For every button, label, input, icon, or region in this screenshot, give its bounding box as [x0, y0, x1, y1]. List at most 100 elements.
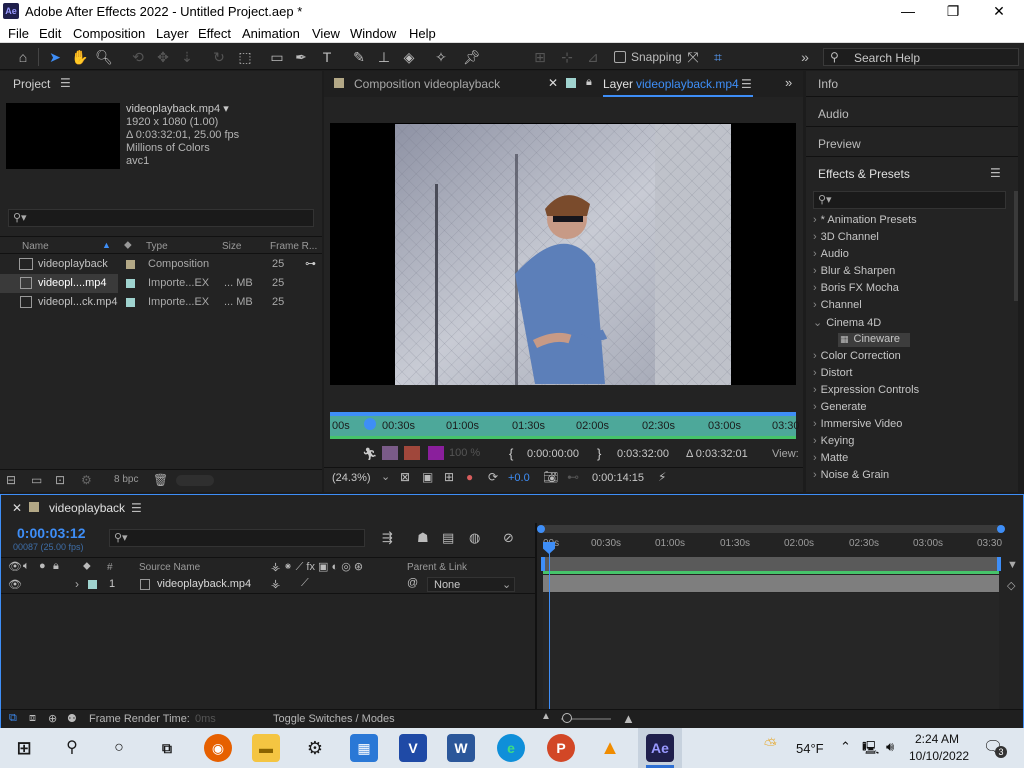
column-source-name[interactable]: Source Name	[139, 562, 200, 573]
effect-category-item[interactable]: › Color Correction	[813, 350, 901, 362]
fit-icon[interactable]: ⊠	[400, 470, 410, 484]
eraser-tool-icon[interactable]: ◈	[399, 47, 419, 67]
powerpoint-icon[interactable]: P	[547, 734, 575, 762]
work-area-bar[interactable]	[330, 412, 796, 416]
new-composition-icon[interactable]: ⊡	[55, 473, 65, 487]
title-safe-icon[interactable]: ▣	[422, 470, 433, 484]
label-color-chip[interactable]	[126, 279, 135, 288]
close-window-button[interactable]: ✕	[976, 2, 1022, 21]
column-name[interactable]: Name	[22, 241, 49, 252]
video-frame-area[interactable]	[330, 123, 796, 385]
layer-name[interactable]: videoplayback.mp4	[157, 578, 251, 590]
panel-menu-icon[interactable]: ☰	[131, 501, 142, 515]
grid-guides-icon[interactable]: ⊞	[444, 470, 454, 484]
tab-layer-label[interactable]: Layer	[603, 77, 633, 91]
fast-preview-icon[interactable]: ⚡︎	[658, 470, 666, 484]
brush-tool-icon[interactable]: ✎	[349, 47, 369, 67]
vlc-icon[interactable]: ▲	[596, 734, 624, 762]
adjust-project-icon[interactable]: ⚙︎	[81, 473, 92, 487]
clock-time[interactable]: 2:24 AM	[915, 732, 959, 746]
after-effects-taskbar-icon[interactable]: Ae	[646, 734, 674, 762]
tab-composition[interactable]: Composition videoplayback	[354, 77, 500, 91]
effect-category-item[interactable]: › Generate	[813, 401, 867, 413]
zoom-level-dropdown[interactable]: (24.3%)	[332, 472, 371, 484]
effect-category-item[interactable]: › Boris FX Mocha	[813, 282, 899, 294]
effect-category-item-expanded[interactable]: ⌄ Cinema 4D	[813, 316, 881, 329]
preview-panel-title[interactable]: Preview	[818, 137, 861, 151]
new-folder-icon[interactable]: ▭	[31, 473, 42, 487]
parent-dropdown[interactable]: None ⌄	[427, 577, 515, 592]
menu-window[interactable]: Window	[350, 26, 396, 41]
clock-date[interactable]: 10/10/2022	[909, 749, 969, 763]
running-man-icon[interactable]: 🏃︎	[362, 447, 377, 461]
time-zoom-slider-thumb[interactable]	[562, 713, 572, 723]
timeline-layer-row[interactable]: 👁︎ › 1 videoplayback.mp4 ⚶ ⟋ @ None ⌄	[1, 576, 535, 594]
comp-marker-bin-icon[interactable]: ▼	[1007, 559, 1018, 571]
toggle-switches-modes-button[interactable]: Toggle Switches / Modes	[273, 713, 395, 725]
menu-file[interactable]: File	[8, 26, 29, 41]
overlay-edit-icon[interactable]	[404, 446, 420, 460]
preview-panel-header[interactable]: Preview	[806, 131, 1018, 157]
snap-features-icon[interactable]: ⌗	[708, 47, 728, 67]
dolly-camera-icon[interactable]: ⇣	[177, 47, 197, 67]
puppet-pin-tool-icon[interactable]: 📌︎	[462, 47, 482, 67]
close-tab-icon[interactable]: ✕	[548, 76, 558, 90]
channels-icon[interactable]: ●	[466, 470, 473, 484]
effect-category-item[interactable]: › Noise & Grain	[813, 469, 889, 481]
navigator-bar[interactable]	[537, 525, 1005, 533]
lock-icon[interactable]: 🔒︎	[586, 76, 592, 89]
orbit-camera-icon[interactable]: ⟲	[128, 47, 148, 67]
layer-visibility-icon[interactable]: 👁︎	[8, 578, 22, 591]
label-color-chip[interactable]	[126, 298, 135, 307]
composition-mini-flowchart-icon[interactable]: ⇶	[382, 530, 393, 546]
effect-category-item[interactable]: › Expression Controls	[813, 384, 919, 396]
more-panels-icon[interactable]: »	[785, 75, 792, 90]
ripple-insert-icon[interactable]	[382, 446, 398, 460]
menu-effect[interactable]: Effect	[198, 26, 231, 41]
current-timecode[interactable]: 0:00:03:12	[17, 525, 86, 541]
effect-category-item[interactable]: › 3D Channel	[813, 231, 879, 243]
menu-help[interactable]: Help	[409, 26, 436, 41]
word-icon[interactable]: W	[447, 734, 475, 762]
effect-category-item[interactable]: › Audio	[813, 248, 849, 260]
flowchart-icon[interactable]: ⊶	[305, 257, 316, 270]
snapshot-camera-icon[interactable]: 📷︎	[543, 470, 558, 484]
layer-switches-pane-icon[interactable]: ⧉	[9, 712, 17, 725]
current-time-display[interactable]: 0:00:14:15	[592, 472, 644, 484]
zoom-tool-icon[interactable]: 🔍︎	[94, 47, 114, 67]
trash-icon[interactable]: 🗑︎	[153, 473, 168, 487]
effect-category-item[interactable]: › Channel	[813, 299, 862, 311]
menu-layer[interactable]: Layer	[156, 26, 189, 41]
label-tag-icon[interactable]: ⬥	[83, 560, 91, 573]
effect-category-item[interactable]: › * Animation Presets	[813, 214, 917, 226]
in-out-pane-icon[interactable]: ⊕	[48, 712, 57, 725]
graph-editor-icon[interactable]: ⊘	[503, 530, 514, 546]
audio-toggle-icon[interactable]: 🔈︎	[23, 560, 30, 573]
close-tab-icon[interactable]: ✕	[12, 501, 22, 515]
navigator-start-handle[interactable]	[537, 525, 545, 533]
audio-panel-header[interactable]: Audio	[806, 101, 1018, 127]
rotation-tool-icon[interactable]: ↻	[209, 47, 229, 67]
transfer-controls-pane-icon[interactable]: ⧈	[29, 712, 36, 725]
project-search-input[interactable]: ⚲▾	[8, 209, 314, 227]
timeline-search-input[interactable]: ⚲▾	[109, 529, 365, 547]
zoom-in-icon[interactable]: ▲	[622, 711, 635, 726]
draft-3d-icon[interactable]: ☗	[417, 530, 429, 546]
effects-panel-title[interactable]: Effects & Presets	[818, 167, 910, 181]
effect-category-item[interactable]: › Keying	[813, 435, 854, 447]
world-axis-mode-icon[interactable]: ⊹	[557, 47, 577, 67]
info-panel-title[interactable]: Info	[818, 77, 838, 91]
show-snapshot-icon[interactable]: ⊷	[567, 470, 579, 484]
maximize-button[interactable]: ❐	[930, 2, 976, 21]
effects-panel-header[interactable]: Effects & Presets ☰	[806, 161, 1018, 187]
navigator-end-handle[interactable]	[997, 525, 1005, 533]
snap-edges-icon[interactable]: ⤧	[683, 47, 703, 67]
layer-time-ruler[interactable]: 00s 00:30s 01:00s 01:30s 02:00s 02:30s 0…	[330, 412, 800, 439]
work-area-bar[interactable]	[541, 557, 1001, 571]
set-out-point-icon[interactable]: }	[597, 446, 601, 461]
microsoft-store-icon[interactable]: ▦	[350, 734, 378, 762]
pan-behind-tool-icon[interactable]: ⬚	[235, 47, 255, 67]
weather-temperature[interactable]: 54°F	[796, 741, 824, 756]
network-icon[interactable]: 🖳︎	[862, 739, 879, 761]
effect-category-item[interactable]: › Matte	[813, 452, 848, 464]
